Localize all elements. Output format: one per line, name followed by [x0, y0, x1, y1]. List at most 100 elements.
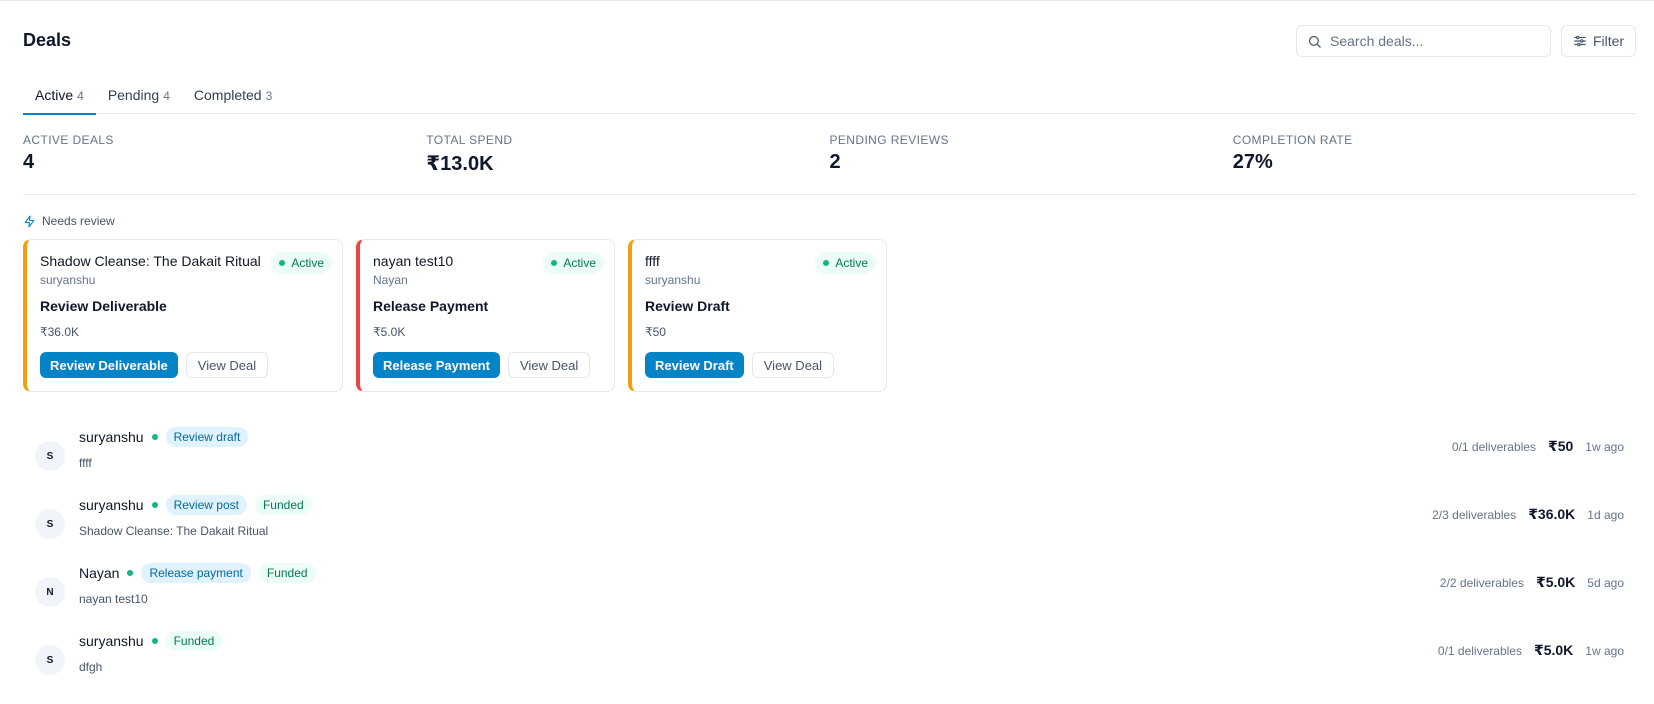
stat-label: TOTAL SPEND [426, 133, 513, 147]
stat-value: 27% [1232, 151, 1273, 173]
deal-amount: ₹50 [1547, 438, 1574, 454]
deal-title: ffff [79, 456, 92, 470]
deliverables-count: 0/1 deliverables [1437, 643, 1522, 658]
deal-row[interactable]: S suryanshu Review post Funded Shadow Cl… [23, 492, 1636, 552]
online-dot [127, 570, 134, 576]
stat-pending-reviews: PENDING REVIEWS 2 [830, 133, 1233, 194]
stat-label: PENDING REVIEWS [829, 133, 949, 147]
avatar: N [35, 577, 65, 607]
stat-completion-rate: COMPLETION RATE 27% [1233, 133, 1636, 194]
review-card: ffff suryanshu Active Review Draft ₹50 R… [628, 239, 887, 392]
card-action: Review Draft [645, 298, 730, 314]
stat-value: ₹13.0K [426, 153, 494, 175]
status-badge: Active [271, 252, 332, 274]
action-tag: Review post [165, 495, 247, 515]
deliverables-count: 2/3 deliverables [1432, 507, 1517, 522]
card-creator: Nayan [373, 273, 408, 287]
status-tabs: Active 4 Pending 4 Completed 3 [23, 82, 1636, 115]
top-divider [0, 0, 1654, 1]
card-amount: ₹5.0K [373, 325, 406, 339]
stats-bar: ACTIVE DEALS 4 TOTAL SPEND ₹13.0K PENDIN… [23, 133, 1636, 195]
card-action: Release Payment [373, 298, 489, 314]
funded-tag: Funded [254, 495, 312, 515]
deal-row[interactable]: S suryanshu Review draft ffff 0/1 delive… [23, 424, 1636, 484]
card-amount: ₹36.0K [40, 325, 79, 339]
online-dot [151, 434, 158, 440]
avatar: S [35, 441, 65, 471]
avatar: S [35, 509, 65, 539]
tab-label: Pending [107, 87, 160, 103]
status-badge: Active [815, 252, 876, 274]
stat-active-deals: ACTIVE DEALS 4 [23, 133, 426, 194]
search-icon [1308, 35, 1321, 48]
card-title: Shadow Cleanse: The Dakait Ritual [40, 253, 261, 269]
search-box[interactable] [1296, 25, 1551, 57]
release-payment-button[interactable]: Release Payment [373, 352, 500, 378]
view-deal-button[interactable]: View Deal [751, 352, 835, 378]
deal-creator-name: suryanshu [79, 429, 144, 445]
card-title: ffff [645, 253, 660, 269]
card-creator: suryanshu [645, 273, 701, 287]
tab-label: Completed [193, 87, 262, 103]
card-action: Review Deliverable [40, 298, 167, 314]
lightning-icon [24, 215, 35, 227]
deliverables-count: 2/2 deliverables [1439, 575, 1524, 590]
review-draft-button[interactable]: Review Draft [645, 352, 744, 378]
stat-label: COMPLETION RATE [1232, 133, 1353, 147]
deal-time: 1w ago [1585, 439, 1624, 454]
review-card: nayan test10 Nayan Active Release Paymen… [356, 239, 615, 392]
tab-count: 4 [163, 89, 170, 103]
view-deal-button[interactable]: View Deal [185, 352, 269, 378]
filter-button[interactable]: Filter [1561, 25, 1636, 57]
stat-total-spend: TOTAL SPEND ₹13.0K [426, 133, 829, 194]
stat-label: ACTIVE DEALS [23, 133, 114, 147]
card-creator: suryanshu [40, 273, 96, 287]
sliders-icon [1574, 35, 1586, 47]
filter-label: Filter [1592, 33, 1625, 49]
tab-count: 4 [77, 89, 84, 103]
funded-tag: Funded [165, 631, 223, 651]
tab-pending[interactable]: Pending 4 [96, 82, 182, 114]
deliverables-count: 0/1 deliverables [1451, 439, 1536, 454]
needs-review-header: Needs review [23, 214, 115, 228]
status-dot [279, 260, 286, 266]
stat-value: 4 [23, 151, 35, 173]
view-deal-button[interactable]: View Deal [507, 352, 591, 378]
search-input[interactable] [1330, 33, 1540, 49]
deal-row[interactable]: S suryanshu Funded dfgh 0/1 deliverables… [23, 628, 1636, 688]
deal-title: Shadow Cleanse: The Dakait Ritual [79, 524, 269, 538]
page-title: Deals [23, 30, 72, 50]
tab-active[interactable]: Active 4 [23, 82, 96, 115]
status-badge: Active [543, 252, 604, 274]
review-card: Shadow Cleanse: The Dakait Ritual suryan… [23, 239, 343, 392]
deal-creator-name: suryanshu [79, 633, 144, 649]
review-deliverable-button[interactable]: Review Deliverable [40, 352, 178, 378]
online-dot [151, 502, 158, 508]
deal-title: dfgh [79, 660, 103, 674]
deal-time: 1w ago [1585, 643, 1624, 658]
status-dot [551, 260, 558, 266]
deal-time: 1d ago [1587, 507, 1624, 522]
deal-amount: ₹36.0K [1528, 506, 1576, 522]
tab-completed[interactable]: Completed 3 [182, 82, 284, 114]
tab-count: 3 [265, 89, 273, 103]
status-dot [823, 260, 830, 266]
card-amount: ₹50 [645, 325, 666, 339]
status-label: Active [291, 256, 324, 270]
deal-amount: ₹5.0K [1535, 574, 1576, 590]
status-label: Active [563, 256, 596, 270]
tab-label: Active [35, 87, 74, 103]
stat-value: 2 [829, 151, 841, 173]
funded-tag: Funded [258, 563, 316, 583]
deal-time: 5d ago [1587, 575, 1624, 590]
action-tag: Release payment [141, 563, 251, 583]
deal-row[interactable]: N Nayan Release payment Funded nayan tes… [23, 560, 1636, 620]
avatar: S [35, 645, 65, 675]
status-label: Active [835, 256, 868, 270]
deal-title: nayan test10 [79, 592, 148, 606]
deal-amount: ₹5.0K [1533, 642, 1574, 658]
action-tag: Review draft [165, 427, 249, 447]
needs-review-label: Needs review [42, 214, 115, 228]
deal-creator-name: Nayan [79, 565, 120, 581]
online-dot [151, 638, 158, 644]
